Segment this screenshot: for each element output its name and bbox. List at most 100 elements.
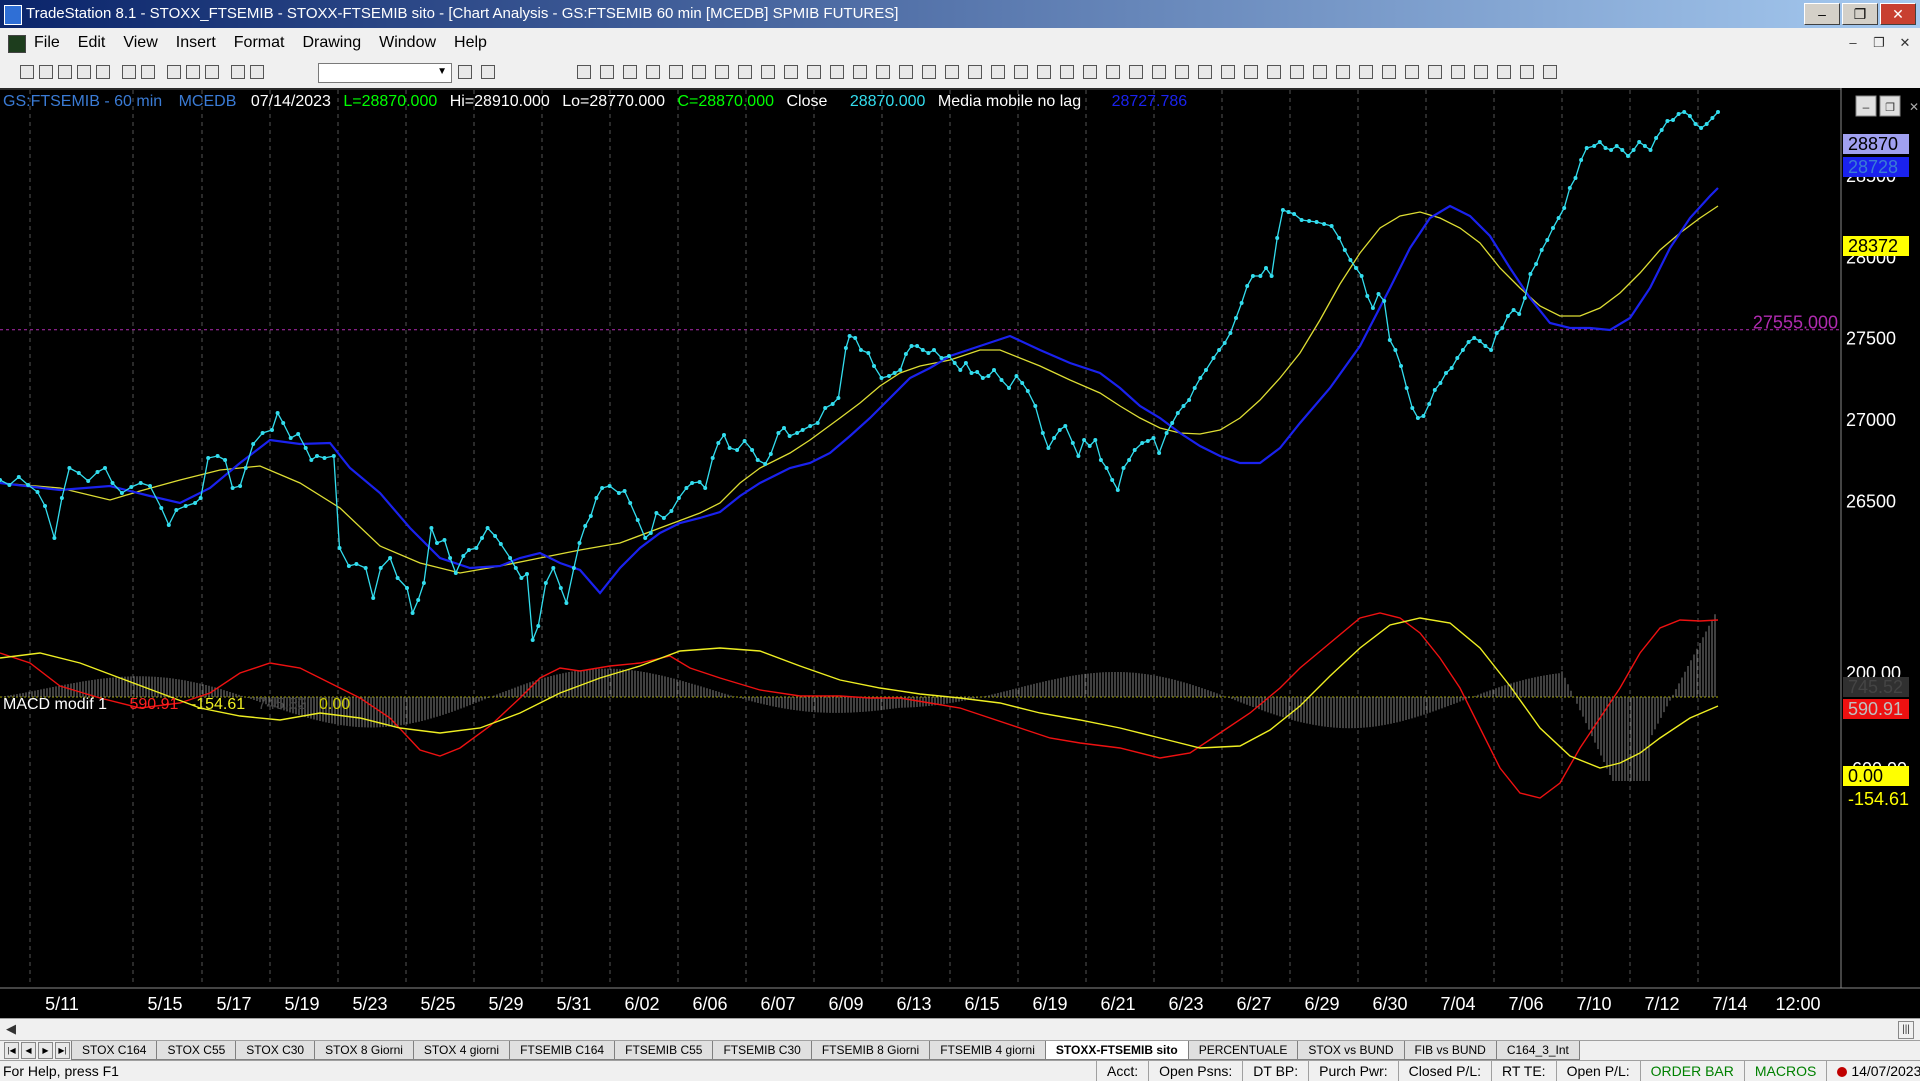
tab-stoxx-ftsemib-sito[interactable]: STOXX-FTSEMIB sito [1044,1041,1189,1060]
pen-icon[interactable] [231,65,245,79]
tab-stox-c164[interactable]: STOX C164 [71,1041,158,1060]
zoom-in-icon[interactable] [922,65,936,79]
t12-icon[interactable] [830,65,844,79]
t9-icon[interactable] [761,65,775,79]
vlines-icon[interactable] [1106,65,1120,79]
rect-icon[interactable] [1520,65,1534,79]
t14-icon[interactable] [876,65,890,79]
t28-icon[interactable] [1336,65,1350,79]
t23-icon[interactable] [1221,65,1235,79]
menu-window[interactable]: Window [379,28,436,58]
t18-icon[interactable] [1037,65,1051,79]
t30-icon[interactable] [1405,65,1419,79]
down-arrow-icon[interactable] [1451,65,1465,79]
new-icon[interactable] [20,65,34,79]
chart-analysis-window[interactable]: 27555.000 GS:FTSEMIB - 60 min MCEDB 07/1… [0,88,1920,1018]
mdi-close-button[interactable]: ✕ [1894,32,1916,54]
hlines-icon[interactable] [1129,65,1143,79]
t17-icon[interactable] [1014,65,1028,79]
scroll-thumb-icon[interactable]: ||| [1898,1021,1914,1039]
t6-icon[interactable] [692,65,706,79]
t5-icon[interactable] [669,65,683,79]
pointer-icon[interactable] [968,65,982,79]
save-icon[interactable] [58,65,72,79]
t29-icon[interactable] [1359,65,1373,79]
window-b-icon[interactable] [186,65,200,79]
tab-stox-c30[interactable]: STOX C30 [235,1041,316,1060]
print-preview-icon[interactable] [141,65,155,79]
menu-edit[interactable]: Edit [78,28,106,58]
print-icon[interactable] [122,65,136,79]
menu-help[interactable]: Help [454,28,487,58]
t13-icon[interactable] [853,65,867,79]
tab-stox-4-giorni[interactable]: STOX 4 giorni [412,1041,511,1060]
t21-icon[interactable] [1175,65,1189,79]
status-order-bar[interactable]: ORDER BAR [1639,1061,1744,1081]
tab-stox-c55[interactable]: STOX C55 [156,1041,237,1060]
scroll-left-icon[interactable]: ◀ [6,1021,16,1037]
t11-icon[interactable] [807,65,821,79]
menu-insert[interactable]: Insert [176,28,216,58]
tab-ftsemib-c164[interactable]: FTSEMIB C164 [509,1041,616,1060]
t10-icon[interactable] [784,65,798,79]
chart-window-icon[interactable] [8,35,26,53]
open-icon[interactable] [39,65,53,79]
t4-icon[interactable] [646,65,660,79]
folder-icon[interactable] [96,65,110,79]
chart-canvas[interactable]: 27555.000 GS:FTSEMIB - 60 min MCEDB 07/1… [0,88,1920,1018]
up-arrow-icon[interactable] [1474,65,1488,79]
color-icon[interactable] [250,65,264,79]
horizontal-scrollbar[interactable]: ◀ ||| [0,1018,1920,1041]
menu-format[interactable]: Format [234,28,285,58]
tab-ftsemib-8-giorni[interactable]: FTSEMIB 8 Giorni [810,1041,931,1060]
t16-icon[interactable] [991,65,1005,79]
status-macros[interactable]: MACROS [1743,1061,1826,1081]
t3-icon[interactable] [623,65,637,79]
t24-icon[interactable] [1244,65,1258,79]
zoom-out-icon[interactable] [945,65,959,79]
minimize-button[interactable]: – [1804,3,1840,25]
t1-icon[interactable] [577,65,591,79]
t27-icon[interactable] [1313,65,1327,79]
tab-ftsemib-4-giorni[interactable]: FTSEMIB 4 giorni [929,1041,1046,1060]
text-icon[interactable] [1543,65,1557,79]
mdi-minimize-button[interactable]: – [1842,32,1864,54]
t22-icon[interactable] [1198,65,1212,79]
price-point [1132,448,1137,452]
window-a-icon[interactable] [167,65,181,79]
tab-c164-3-int[interactable]: C164_3_Int [1495,1041,1580,1060]
tab-fib-vs-bund[interactable]: FIB vs BUND [1403,1041,1497,1060]
zoom-tool-icon[interactable] [481,65,495,79]
symbol-dropdown[interactable] [318,63,452,83]
tab-stox-8-giorni[interactable]: STOX 8 Giorni [314,1041,414,1060]
trendline-icon[interactable] [1083,65,1097,79]
tab-last-icon[interactable]: ▶| [55,1042,70,1059]
t2-icon[interactable] [600,65,614,79]
t25-icon[interactable] [1267,65,1281,79]
menu-file[interactable]: File [34,28,60,58]
t26-icon[interactable] [1290,65,1304,79]
menu-view[interactable]: View [123,28,157,58]
arrow-right-icon[interactable] [458,65,472,79]
t8-icon[interactable] [738,65,752,79]
t31-icon[interactable] [1428,65,1442,79]
tab-ftsemib-c55[interactable]: FTSEMIB C55 [614,1041,714,1060]
maximize-button[interactable]: ❐ [1842,3,1878,25]
tab-first-icon[interactable]: |◀ [4,1042,19,1059]
circle-icon[interactable] [1497,65,1511,79]
tab-next-icon[interactable]: ▶ [38,1042,53,1059]
close-button[interactable]: ✕ [1880,3,1916,25]
lock-icon[interactable] [205,65,219,79]
menu-drawing[interactable]: Drawing [302,28,361,58]
copy-icon[interactable] [77,65,91,79]
tab-prev-icon[interactable]: ◀ [21,1042,36,1059]
tab-percentuale[interactable]: PERCENTUALE [1187,1041,1299,1060]
mdi-restore-button[interactable]: ❐ [1868,32,1890,54]
t7-icon[interactable] [715,65,729,79]
t20-icon[interactable] [1152,65,1166,79]
tab-ftsemib-c30[interactable]: FTSEMIB C30 [712,1041,812,1060]
arc-icon[interactable] [1382,65,1396,79]
t19-icon[interactable] [1060,65,1074,79]
tab-stox-vs-bund[interactable]: STOX vs BUND [1297,1041,1405,1060]
t15-icon[interactable] [899,65,913,79]
